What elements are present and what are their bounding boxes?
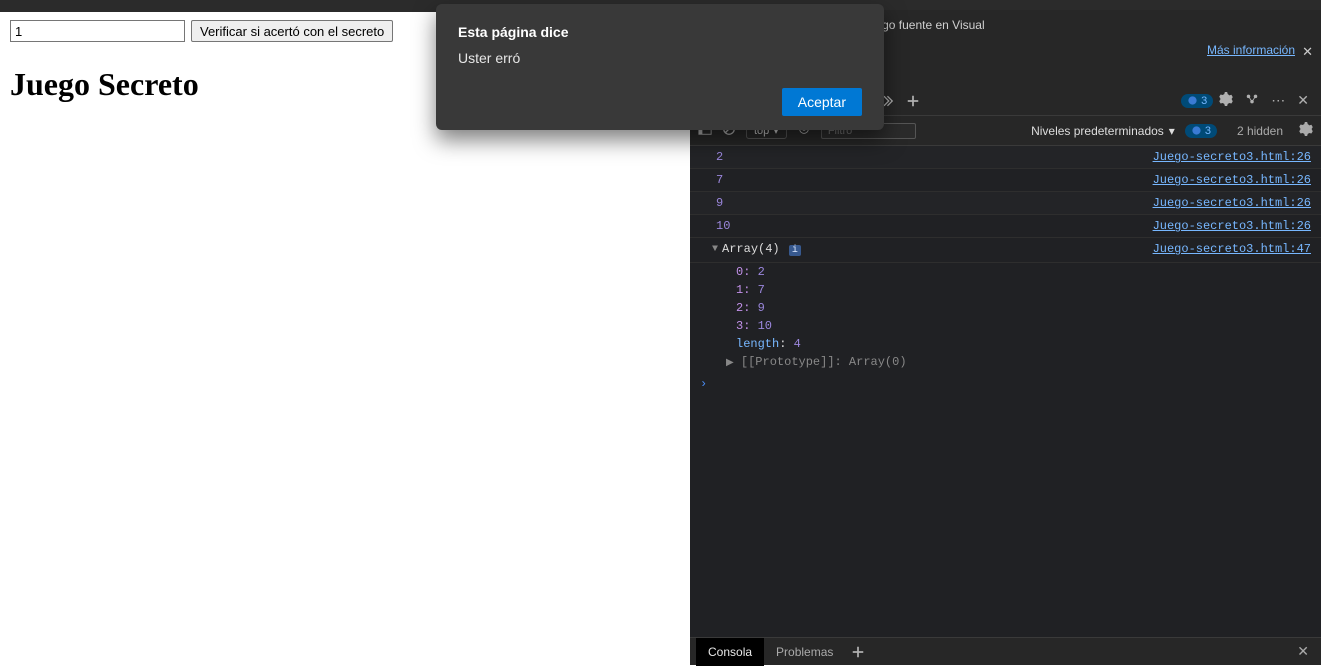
verify-button[interactable]: Verificar si acertó con el secreto bbox=[191, 20, 393, 42]
log-source-link[interactable]: Juego-secreto3.html:26 bbox=[1153, 171, 1311, 189]
alert-dialog: Esta página dice Uster erró Aceptar bbox=[436, 4, 884, 130]
console-log-line: 2 Juego-secreto3.html:26 bbox=[690, 146, 1321, 169]
log-value: 10 bbox=[700, 217, 730, 235]
banner-close-icon[interactable]: ✕ bbox=[1302, 43, 1313, 61]
filter-issues-count: 3 bbox=[1205, 125, 1211, 137]
drawer-add-icon[interactable] bbox=[845, 637, 871, 667]
chevron-down-icon: ▾ bbox=[1169, 124, 1175, 138]
issues-count: 3 bbox=[1201, 95, 1207, 107]
more-icon[interactable]: ⋯ bbox=[1271, 92, 1285, 109]
add-tab-icon[interactable] bbox=[900, 86, 926, 116]
array-item: 2: 9 bbox=[690, 299, 1321, 317]
array-item: 3: 10 bbox=[690, 317, 1321, 335]
console-body: 2 Juego-secreto3.html:26 7 Juego-secreto3.h… bbox=[690, 146, 1321, 637]
guess-input[interactable] bbox=[10, 20, 185, 42]
issues-badge[interactable]: 3 bbox=[1181, 94, 1213, 108]
array-label: Array(4) bbox=[722, 242, 780, 256]
activity-icon[interactable] bbox=[1245, 92, 1259, 109]
console-log-line: 9 Juego-secreto3.html:26 bbox=[690, 192, 1321, 215]
alert-message: Uster erró bbox=[458, 50, 862, 66]
array-length: length: 4 bbox=[690, 335, 1321, 353]
devtools-right-icons: ⋯ ✕ bbox=[1213, 92, 1315, 109]
log-array-header[interactable]: ▼ Array(4) i Juego-secreto3.html:47 bbox=[690, 238, 1321, 263]
log-value: 7 bbox=[700, 171, 723, 189]
log-levels-selector[interactable]: Niveles predeterminados ▾ bbox=[1031, 124, 1175, 138]
hidden-count[interactable]: 2 hidden bbox=[1237, 124, 1283, 138]
alert-accept-button[interactable]: Aceptar bbox=[782, 88, 862, 116]
console-log-line: 7 Juego-secreto3.html:26 bbox=[690, 169, 1321, 192]
log-source-link[interactable]: Juego-secreto3.html:47 bbox=[1153, 240, 1311, 260]
gear-icon[interactable] bbox=[1219, 92, 1233, 109]
log-value: 9 bbox=[700, 194, 723, 212]
devtools-close-icon[interactable]: ✕ bbox=[1297, 92, 1309, 109]
alert-title: Esta página dice bbox=[458, 24, 862, 40]
drawer-tab-problemas[interactable]: Problemas bbox=[764, 638, 845, 666]
drawer-tab-consola[interactable]: Consola bbox=[696, 638, 764, 666]
array-item: 0: 2 bbox=[690, 263, 1321, 281]
devtools-drawer: Consola Problemas ✕ bbox=[690, 637, 1321, 665]
prototype-label: [[Prototype]]: Array(0) bbox=[741, 355, 907, 369]
log-source-link[interactable]: Juego-secreto3.html:26 bbox=[1153, 194, 1311, 212]
filter-issues-badge[interactable]: 3 bbox=[1185, 124, 1217, 138]
console-log-line: 10 Juego-secreto3.html:26 bbox=[690, 215, 1321, 238]
log-source-link[interactable]: Juego-secreto3.html:26 bbox=[1153, 148, 1311, 166]
disclosure-triangle-down-icon[interactable]: ▼ bbox=[712, 241, 718, 259]
array-item: 1: 7 bbox=[690, 281, 1321, 299]
log-levels-label: Niveles predeterminados bbox=[1031, 124, 1164, 138]
console-settings-gear-icon[interactable] bbox=[1299, 122, 1313, 139]
console-prompt[interactable]: › bbox=[690, 373, 1321, 395]
disclosure-triangle-right-icon[interactable]: ▶ bbox=[726, 358, 734, 369]
log-source-link[interactable]: Juego-secreto3.html:26 bbox=[1153, 217, 1311, 235]
info-badge[interactable]: i bbox=[789, 245, 801, 256]
banner-more-info-link[interactable]: Más información bbox=[1207, 42, 1295, 59]
alert-actions: Aceptar bbox=[458, 88, 862, 116]
array-prototype[interactable]: ▶ [[Prototype]]: Array(0) bbox=[690, 353, 1321, 373]
log-value: 2 bbox=[700, 148, 723, 166]
drawer-close-icon[interactable]: ✕ bbox=[1297, 643, 1315, 660]
